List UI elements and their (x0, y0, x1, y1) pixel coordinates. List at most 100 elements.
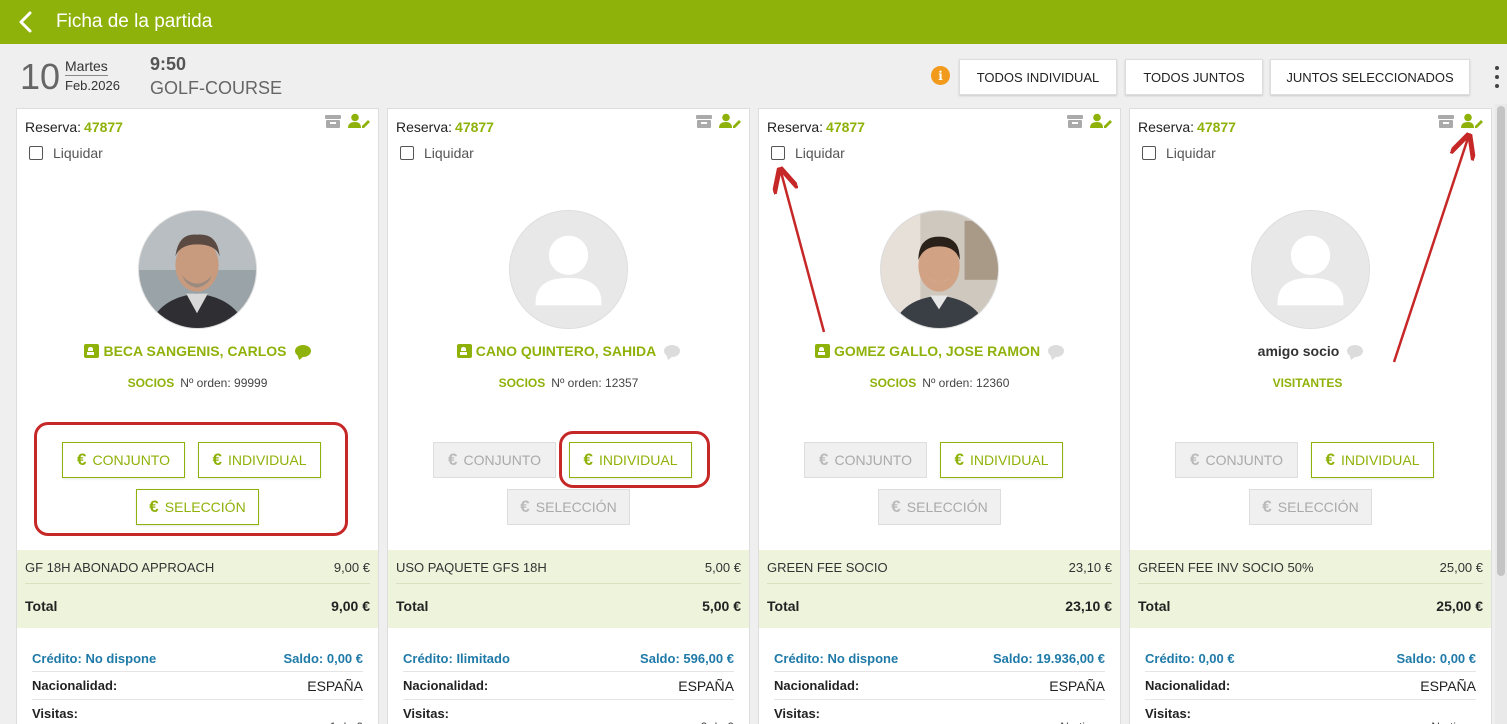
conjunto-button[interactable]: € CONJUNTO (1175, 442, 1298, 478)
player-name[interactable]: CANO QUINTERO, SAHIDA (388, 343, 749, 359)
charge-concept: GF 18H ABONADO APPROACH (25, 560, 215, 575)
charges-section: GREEN FEE SOCIO 23,10 € Total 23,10 € (759, 550, 1120, 628)
charge-amount: 9,00 € (333, 560, 370, 575)
player-name[interactable]: BECA SANGENIS, CARLOS (17, 343, 378, 359)
visitas-value: 2 de 0 (701, 720, 734, 724)
seleccion-label: SELECCIÓN (535, 499, 617, 515)
player-card: Reserva: 47877 Liquidar GOMEZ GALLO, JOSE… (758, 108, 1121, 724)
total-row: Total 9,00 € (25, 598, 370, 614)
liquidar-checkbox[interactable] (29, 146, 43, 160)
seleccion-button[interactable]: € SELECCIÓN (1249, 489, 1372, 525)
visitas-value: No tiene (1060, 720, 1105, 724)
conjunto-label: CONJUNTO (834, 452, 912, 468)
liquidar-label: Liquidar (795, 145, 845, 161)
archive-icon[interactable] (324, 113, 342, 134)
seleccion-button[interactable]: € SELECCIÓN (136, 489, 259, 525)
reserva-number[interactable]: 47877 (455, 119, 494, 135)
charge-amount: 5,00 € (704, 560, 741, 575)
euro-icon: € (1190, 450, 1200, 469)
id-card-icon (814, 344, 830, 358)
nationality-value: ESPAÑA (1049, 678, 1105, 694)
user-edit-icon[interactable] (1090, 113, 1112, 134)
app-header: Ficha de la partida (0, 0, 1507, 44)
chat-bubble-icon[interactable] (1048, 345, 1065, 357)
player-name-text: GOMEZ GALLO, JOSE RAMON (833, 343, 1041, 359)
credit-row: Crédito: No dispone Saldo: 0,00 € (32, 651, 363, 672)
avatar (1251, 210, 1370, 329)
reserva-number[interactable]: 47877 (826, 119, 865, 135)
individual-button[interactable]: € INDIVIDUAL (198, 442, 321, 478)
user-edit-icon[interactable] (719, 113, 741, 134)
date-day: 10 (20, 56, 61, 97)
nationality-value: ESPAÑA (678, 678, 734, 694)
player-group: SOCIOS (869, 376, 917, 390)
total-label: Total (396, 598, 429, 614)
liquidar-checkbox[interactable] (1142, 146, 1156, 160)
individual-button[interactable]: € INDIVIDUAL (569, 442, 692, 478)
nationality-value: ESPAÑA (307, 678, 363, 694)
liquidar-checkbox[interactable] (771, 146, 785, 160)
individual-label: INDIVIDUAL (1340, 452, 1420, 468)
user-edit-icon[interactable] (348, 113, 370, 134)
player-name[interactable]: amigo socio (1130, 343, 1491, 359)
id-card-icon (456, 344, 472, 358)
player-meta: SOCIOS Nº orden: 99999 (17, 376, 378, 390)
avatar (509, 210, 628, 329)
liquidar-option[interactable]: Liquidar (400, 145, 474, 161)
reserva-number[interactable]: 47877 (1197, 119, 1236, 135)
individual-button[interactable]: € INDIVIDUAL (940, 442, 1063, 478)
archive-icon[interactable] (1437, 113, 1455, 134)
card-actions (1066, 113, 1112, 134)
juntos-seleccionados-button[interactable]: JUNTOS SELECCIONADOS (1270, 59, 1470, 95)
charge-row: USO PAQUETE GFS 18H 5,00 € (396, 560, 741, 584)
euro-icon: € (1325, 450, 1335, 469)
scrollbar-thumb[interactable] (1497, 106, 1505, 576)
charges-section: GF 18H ABONADO APPROACH 9,00 € Total 9,00 … (17, 550, 378, 628)
todos-juntos-button[interactable]: TODOS JUNTOS (1125, 59, 1263, 95)
player-name[interactable]: GOMEZ GALLO, JOSE RAMON (759, 343, 1120, 359)
todos-individual-button[interactable]: TODOS INDIVIDUAL (959, 59, 1117, 95)
liquidar-checkbox[interactable] (400, 146, 414, 160)
nationality-row: Nacionalidad: ESPAÑA (32, 678, 363, 700)
conjunto-button[interactable]: € CONJUNTO (433, 442, 556, 478)
euro-icon: € (1262, 497, 1272, 516)
archive-icon[interactable] (695, 113, 713, 134)
card-actions (695, 113, 741, 134)
visitas-label: Visitas: (403, 706, 450, 721)
conjunto-label: CONJUNTO (92, 452, 170, 468)
card-actions (324, 113, 370, 134)
individual-button[interactable]: € INDIVIDUAL (1311, 442, 1434, 478)
charges-section: USO PAQUETE GFS 18H 5,00 € Total 5,00 € (388, 550, 749, 628)
avatar-placeholder-icon (1252, 211, 1369, 328)
chat-bubble-icon[interactable] (294, 345, 311, 357)
liquidar-option[interactable]: Liquidar (1142, 145, 1216, 161)
liquidar-option[interactable]: Liquidar (771, 145, 845, 161)
reserva-text: Reserva: (25, 119, 82, 135)
total-row: Total 5,00 € (396, 598, 741, 614)
chat-bubble-icon[interactable] (1347, 345, 1364, 357)
seleccion-button[interactable]: € SELECCIÓN (507, 489, 630, 525)
euro-icon: € (149, 497, 159, 516)
total-amount: 5,00 € (702, 598, 741, 614)
seleccion-button[interactable]: € SELECCIÓN (878, 489, 1001, 525)
user-edit-icon[interactable] (1461, 113, 1483, 134)
player-order: Nº orden: 12360 (922, 376, 1010, 390)
charge-row: GF 18H ABONADO APPROACH 9,00 € (25, 560, 370, 584)
player-group: SOCIOS (127, 376, 175, 390)
reserva-label: Reserva: 47877 (1138, 119, 1236, 135)
conjunto-button[interactable]: € CONJUNTO (804, 442, 927, 478)
archive-icon[interactable] (1066, 113, 1084, 134)
reserva-number[interactable]: 47877 (84, 119, 123, 135)
more-options-icon[interactable] (1490, 66, 1504, 88)
liquidar-option[interactable]: Liquidar (29, 145, 103, 161)
card-actions (1437, 113, 1483, 134)
total-row: Total 25,00 € (1138, 598, 1483, 614)
avatar (880, 210, 999, 329)
info-icon[interactable]: i (931, 66, 950, 85)
chat-bubble-icon[interactable] (664, 345, 681, 357)
back-button[interactable] (6, 0, 46, 44)
visitas-label: Visitas: (32, 706, 79, 721)
player-order: Nº orden: 12357 (551, 376, 639, 390)
visitas-value: 1 de 0 (330, 720, 363, 724)
conjunto-button[interactable]: € CONJUNTO (62, 442, 185, 478)
